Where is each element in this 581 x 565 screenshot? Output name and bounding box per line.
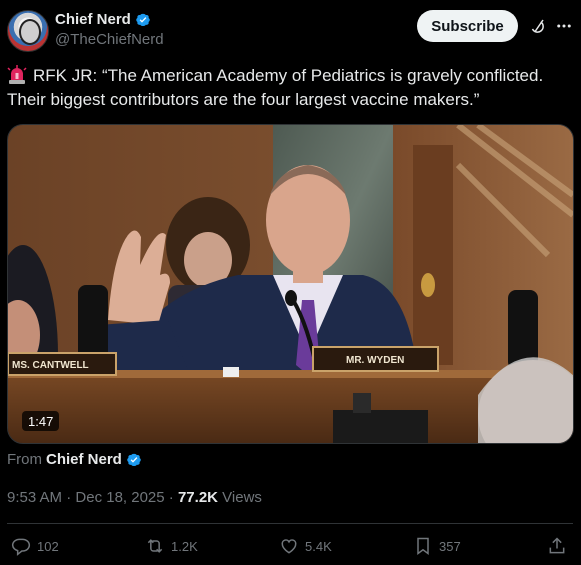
repost-icon <box>147 539 163 553</box>
post-text-content: RFK JR: “The American Academy of Pediatr… <box>7 66 544 109</box>
like-button[interactable]: 5.4K <box>279 536 332 556</box>
heart-icon <box>281 539 297 554</box>
video-player[interactable]: MS. CANTWELL MR. WYDEN 1:47 <box>7 124 574 444</box>
more-options-icon[interactable] <box>555 17 573 35</box>
bookmark-icon <box>417 537 429 555</box>
like-count: 5.4K <box>305 538 332 554</box>
reply-icon <box>11 538 31 556</box>
source-prefix: From <box>7 451 42 468</box>
verified-badge-icon <box>136 13 150 26</box>
video-duration: 1:47 <box>22 411 60 431</box>
post-date[interactable]: Dec 18, 2025 <box>75 489 164 506</box>
repost-count: 1.2K <box>171 538 198 554</box>
post-text: RFK JR: “The American Academy of Pediatr… <box>7 64 567 112</box>
bookmark-count: 357 <box>439 538 461 554</box>
views-count[interactable]: 77.2K <box>178 489 218 506</box>
siren-emoji-icon <box>7 65 27 84</box>
post-meta: 9:53 AM · Dec 18, 2025 · 77.2K Views <box>7 489 262 506</box>
avatar-face <box>19 19 41 45</box>
reply-count: 102 <box>37 538 59 554</box>
verified-badge-icon <box>127 453 141 466</box>
post-time[interactable]: 9:53 AM <box>7 489 62 506</box>
meta-separator: · <box>168 489 174 506</box>
share-icon <box>549 537 565 554</box>
share-button[interactable] <box>547 536 567 556</box>
source-name[interactable]: Chief Nerd <box>46 451 122 468</box>
author-name-text[interactable]: Chief Nerd <box>55 11 131 28</box>
nameplate-left: MS. CANTWELL <box>12 360 89 371</box>
nameplate-center: MR. WYDEN <box>346 355 404 366</box>
meta-separator: · <box>66 489 72 506</box>
views-label: Views <box>222 489 262 506</box>
author-name[interactable]: Chief Nerd <box>55 11 151 28</box>
post-header: Chief Nerd @TheChiefNerd Subscribe <box>7 9 573 53</box>
reply-button[interactable]: 102 <box>11 536 59 556</box>
avatar[interactable] <box>7 10 49 52</box>
grok-icon[interactable] <box>528 17 546 35</box>
bookmark-button[interactable]: 357 <box>413 536 461 556</box>
repost-button[interactable]: 1.2K <box>145 536 198 556</box>
divider <box>7 523 573 524</box>
author-handle[interactable]: @TheChiefNerd <box>55 31 164 48</box>
source-attribution: From Chief Nerd <box>7 451 142 468</box>
subscribe-button[interactable]: Subscribe <box>417 10 518 42</box>
video-frame: MS. CANTWELL MR. WYDEN <box>8 125 573 443</box>
action-bar: 102 1.2K 5.4K 357 <box>7 536 573 560</box>
